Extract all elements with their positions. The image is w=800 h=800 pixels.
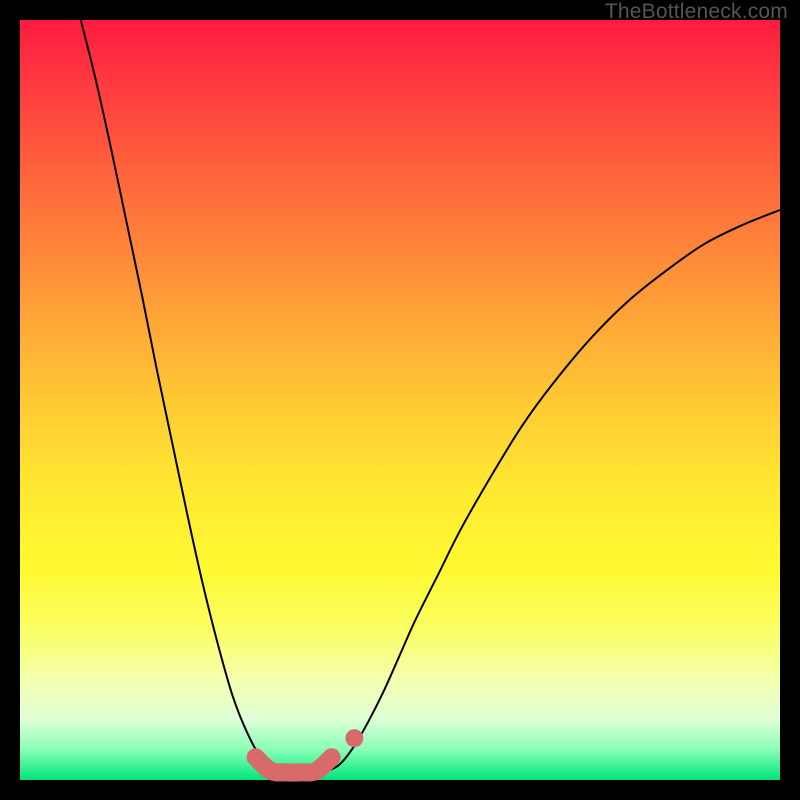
bottom-marker-run [256,757,332,772]
chart-plot-area [20,20,780,780]
chart-svg [20,20,780,780]
curve-right-arm [324,210,780,772]
curve-left-arm [81,20,294,773]
bottom-marker-dot [345,729,363,747]
